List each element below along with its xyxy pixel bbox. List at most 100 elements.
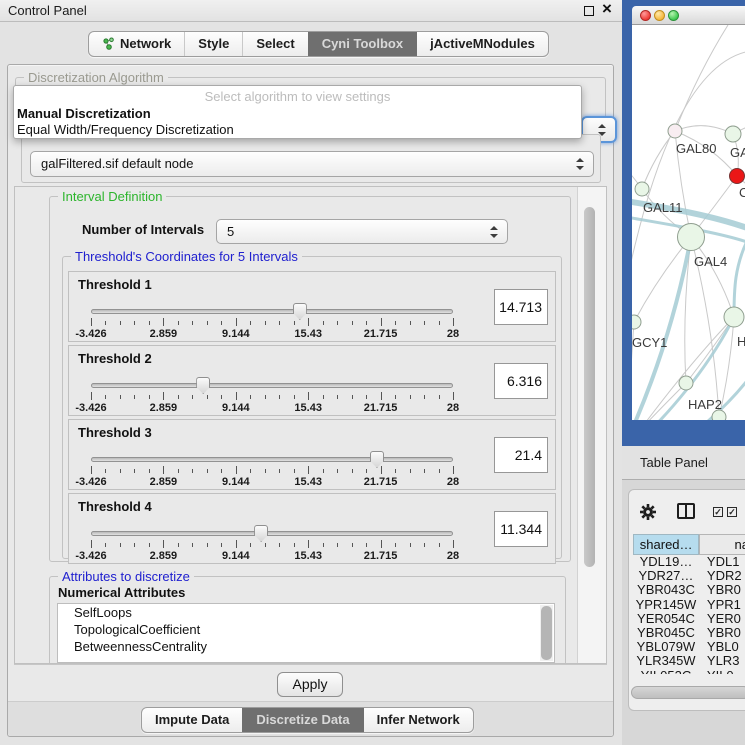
table-cell[interactable]: YBR0 [699, 626, 745, 640]
slider-track[interactable] [91, 309, 453, 314]
threshold-value-field[interactable]: 14.713 [494, 289, 548, 325]
threshold-value-field[interactable]: 6.316 [494, 363, 548, 399]
table-cell[interactable]: YDR27… [633, 569, 699, 583]
table-row[interactable]: YDL19…YDL1 [633, 555, 745, 569]
column-header-name[interactable]: na [699, 534, 745, 555]
tab-impute-data[interactable]: Impute Data [142, 708, 242, 732]
scrollbar-thumb[interactable] [541, 606, 552, 660]
table-cell[interactable]: YIL0 [699, 669, 745, 675]
minimize-traffic-light[interactable] [654, 10, 665, 21]
table-horizontal-scrollbar[interactable] [631, 686, 745, 699]
table-row[interactable]: YBR043CYBR0 [633, 583, 745, 597]
slider-track[interactable] [91, 383, 453, 388]
network-node-pink[interactable] [668, 124, 682, 138]
tab-infer-network[interactable]: Infer Network [363, 708, 473, 732]
threshold-label: Threshold 4 [78, 499, 152, 514]
zoom-traffic-light[interactable] [668, 10, 679, 21]
slider-track[interactable] [91, 531, 453, 536]
table-cell[interactable]: YBL0 [699, 640, 745, 654]
network-edge[interactable] [686, 317, 734, 383]
network-node-green[interactable] [679, 376, 693, 390]
table-row[interactable]: YLR345WYLR3 [633, 654, 745, 668]
network-edge[interactable] [675, 126, 733, 134]
list-item[interactable]: SelfLoops [58, 604, 554, 621]
checkbox-icon[interactable]: ✓ [727, 507, 737, 517]
list-item[interactable]: BetweennessCentrality [58, 638, 554, 655]
float-window-icon[interactable] [584, 6, 594, 16]
tab-cyni-toolbox[interactable]: Cyni Toolbox [308, 32, 416, 56]
close-traffic-light[interactable] [640, 10, 651, 21]
network-node-green[interactable] [635, 182, 649, 196]
tab-style[interactable]: Style [184, 32, 242, 56]
table-row[interactable]: YBL079WYBL0 [633, 640, 745, 654]
table-cell[interactable]: YER0 [699, 612, 745, 626]
list-scrollbar[interactable] [540, 605, 553, 661]
tab-discretize-data[interactable]: Discretize Data [242, 708, 362, 732]
slider-track[interactable] [91, 457, 453, 462]
settings-scrollbar[interactable] [577, 187, 606, 664]
tab-select[interactable]: Select [242, 32, 307, 56]
slider-tick-label: 21.715 [364, 328, 398, 340]
threshold-label: Threshold 3 [78, 425, 152, 440]
tab-network[interactable]: Network [89, 32, 184, 56]
network-node-green[interactable] [725, 126, 741, 142]
table-cell[interactable]: YBR045C [633, 626, 699, 640]
gear-icon[interactable] [639, 503, 657, 521]
list-item[interactable]: TopologicalCoefficient [58, 621, 554, 638]
table-row[interactable]: YIL052CYIL0 [633, 669, 745, 675]
numerical-attributes-list[interactable]: SelfLoops TopologicalCoefficient Between… [57, 603, 555, 663]
slider-tick-label: 21.715 [364, 476, 398, 488]
network-canvas[interactable]: GAL80GACGAL11GAL4GCY1HHAP2 [632, 25, 745, 420]
table-cell[interactable]: YIL052C [633, 669, 699, 675]
algorithm-option-manual[interactable]: Manual Discretization [17, 106, 151, 121]
table-cell[interactable]: YBL079W [633, 640, 699, 654]
table-cell[interactable]: YPR1 [699, 598, 745, 612]
number-of-intervals-combobox[interactable]: 5 [216, 219, 508, 244]
slider-tick [366, 395, 367, 399]
threshold-value-field[interactable]: 21.4 [494, 437, 548, 473]
threshold-slider[interactable]: -3.4262.8599.14415.4321.71528 [83, 452, 463, 488]
close-icon[interactable]: × [602, 0, 612, 19]
network-node-green[interactable] [724, 307, 744, 327]
table-cell[interactable]: YBR043C [633, 583, 699, 597]
threshold-value-field[interactable]: 11.344 [494, 511, 548, 547]
attributes-group: Attributes to discretize Numerical Attri… [49, 576, 566, 664]
network-edge[interactable] [632, 417, 719, 420]
checkbox-icon[interactable]: ✓ [713, 507, 723, 517]
network-node-green[interactable] [632, 315, 641, 329]
algorithm-option-equal-width[interactable]: Equal Width/Frequency Discretization [17, 122, 234, 137]
column-header-shared-name[interactable]: shared… [633, 534, 699, 555]
table-cell[interactable]: YLR345W [633, 654, 699, 668]
slider-tick [221, 469, 222, 473]
tab-label: Discretize Data [256, 712, 349, 727]
threshold-slider[interactable]: -3.4262.8599.14415.4321.71528 [83, 304, 463, 340]
table-cell[interactable]: YDL1 [699, 555, 745, 569]
threshold-slider[interactable]: -3.4262.8599.14415.4321.71528 [83, 526, 463, 562]
scrollbar-thumb[interactable] [584, 207, 595, 567]
table-data-combobox[interactable]: galFiltered.sif default node [30, 151, 594, 177]
table-row[interactable]: YDR27…YDR2 [633, 569, 745, 583]
table-cell[interactable]: YDL19… [633, 555, 699, 569]
table-cell[interactable]: YER054C [633, 612, 699, 626]
table-cell[interactable]: YPR145W [633, 598, 699, 612]
apply-button[interactable]: Apply [277, 672, 343, 697]
table-row[interactable]: YER054CYER0 [633, 612, 745, 626]
network-edge-thick[interactable] [734, 235, 745, 317]
table-row[interactable]: YBR045CYBR0 [633, 626, 745, 640]
table-cell[interactable]: YDR2 [699, 569, 745, 583]
slider-tick [308, 318, 309, 326]
tab-jactivemnodules[interactable]: jActiveMNodules [416, 32, 548, 56]
threshold-slider[interactable]: -3.4262.8599.14415.4321.71528 [83, 378, 463, 414]
node-table[interactable]: shared… na YDL19…YDL1YDR27…YDR2YBR043CYB… [633, 534, 745, 674]
network-edge[interactable] [675, 25, 728, 131]
columns-icon[interactable] [677, 503, 695, 519]
network-edge-thick[interactable] [632, 237, 691, 420]
network-node-green[interactable] [678, 224, 705, 251]
table-row[interactable]: YPR145WYPR1 [633, 598, 745, 612]
slider-tick-label: 9.144 [222, 402, 250, 414]
table-cell[interactable]: YLR3 [699, 654, 745, 668]
table-cell[interactable]: YBR0 [699, 583, 745, 597]
table-panel-header: Table Panel [622, 446, 745, 480]
network-edge[interactable] [642, 131, 675, 189]
network-node-red[interactable] [730, 169, 745, 184]
